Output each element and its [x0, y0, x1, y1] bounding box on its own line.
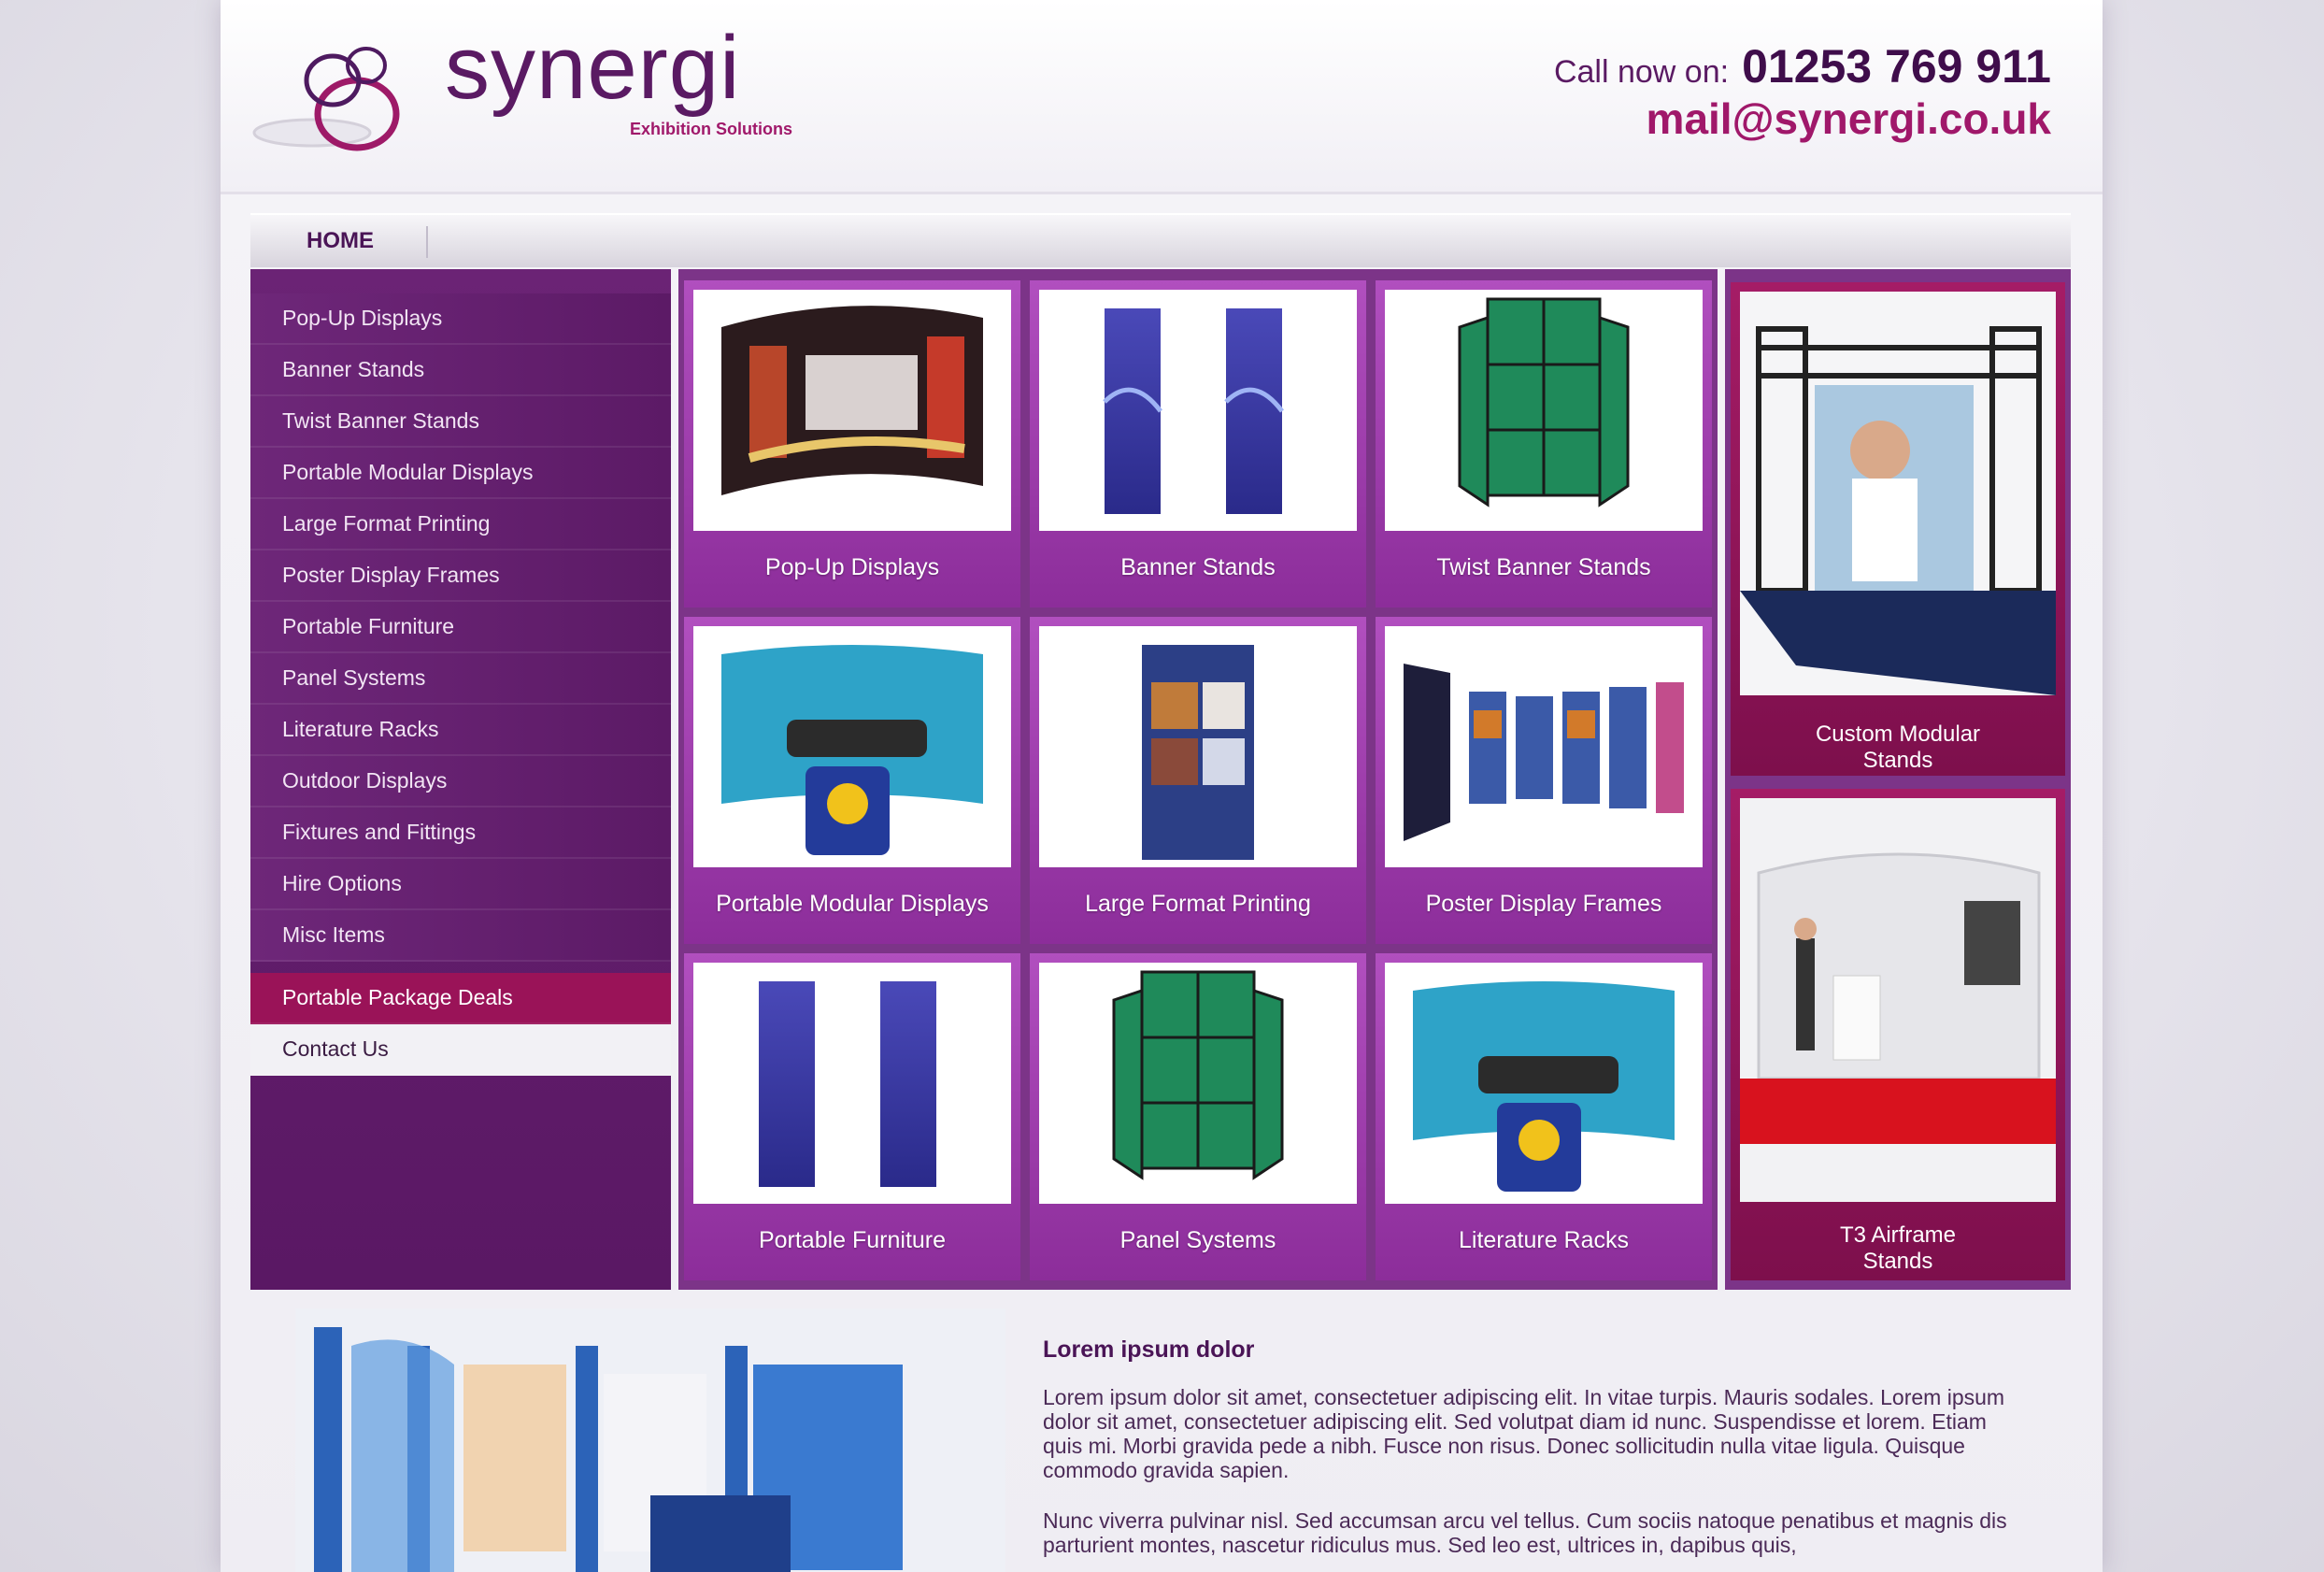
sidebar-item-literature-racks[interactable]: Literature Racks — [250, 705, 671, 756]
product-tile-pop-up-displays[interactable]: Pop-Up Displays — [684, 280, 1020, 607]
tile-label: Large Format Printing — [1085, 891, 1311, 917]
featured-column: Custom Modular Stands T3 Airframe Stands — [1725, 269, 2071, 1290]
large-format-image — [1039, 626, 1357, 867]
tile-label: Panel Systems — [1119, 1227, 1276, 1253]
sidebar-item-portable-package-deals[interactable]: Portable Package Deals — [250, 973, 671, 1024]
page: synergi Exhibition Solutions Call now on… — [221, 0, 2103, 1572]
panel-systems-image — [1039, 963, 1357, 1204]
exhibition-stand-photo — [295, 1308, 1005, 1572]
sidebar-item-hire-options[interactable]: Hire Options — [250, 859, 671, 910]
site-header: synergi Exhibition Solutions Call now on… — [221, 0, 2103, 194]
logo-icon[interactable] — [247, 28, 434, 159]
portable-modular-image — [693, 626, 1011, 867]
tile-label: Portable Modular Displays — [716, 891, 989, 917]
content-paragraph-2: Nunc viverra pulvinar nisl. Sed accumsan… — [1043, 1508, 2007, 1557]
sidebar-item-poster-display-frames[interactable]: Poster Display Frames — [250, 550, 671, 602]
tile-label: Pop-Up Displays — [764, 554, 940, 580]
sidebar-item-panel-systems[interactable]: Panel Systems — [250, 653, 671, 705]
sidebar-item-pop-up-displays[interactable]: Pop-Up Displays — [250, 293, 671, 345]
featured-label: T3 Airframe Stands — [1839, 1222, 1957, 1274]
sidebar-item-outdoor-displays[interactable]: Outdoor Displays — [250, 756, 671, 807]
portable-furniture-image — [693, 963, 1011, 1204]
tile-label: Portable Furniture — [758, 1227, 947, 1253]
sidebar-item-misc-items[interactable]: Misc Items — [250, 910, 671, 962]
product-grid: Pop-Up Displays Banner Stands Twist Bann… — [678, 269, 1718, 1290]
top-nav: HOME — [250, 213, 2071, 267]
sidebar-item-large-format-printing[interactable]: Large Format Printing — [250, 499, 671, 550]
sidebar-item-banner-stands[interactable]: Banner Stands — [250, 345, 671, 396]
tile-label: Literature Racks — [1458, 1227, 1630, 1253]
call-line: Call now on: 01253 769 911 — [1554, 39, 2051, 93]
logo-subtitle: Exhibition Solutions — [630, 120, 792, 138]
banner-stand-image — [1039, 290, 1357, 531]
sidebar-item-portable-furniture[interactable]: Portable Furniture — [250, 602, 671, 653]
product-tile-poster-display-frames[interactable]: Poster Display Frames — [1376, 617, 1712, 944]
t3-airframe-image — [1740, 798, 2056, 1202]
content-paragraph-1: Lorem ipsum dolor sit amet, consectetuer… — [1043, 1385, 2005, 1482]
featured-label: Custom Modular Stands — [1815, 722, 1981, 773]
nav-home-link[interactable]: HOME — [307, 228, 374, 254]
literature-racks-image — [1385, 963, 1703, 1204]
tile-label: Poster Display Frames — [1425, 891, 1662, 917]
sidebar-item-contact-us[interactable]: Contact Us — [250, 1024, 671, 1076]
pop-up-display-image — [693, 290, 1011, 531]
featured-tile-t3-airframe-stands[interactable]: T3 Airframe Stands — [1731, 789, 2065, 1280]
email-link[interactable]: mail@synergi.co.uk — [1647, 93, 2051, 144]
sidebar-item-portable-modular-displays[interactable]: Portable Modular Displays — [250, 448, 671, 499]
product-tile-banner-stands[interactable]: Banner Stands — [1030, 280, 1366, 607]
logo-text[interactable]: synergi — [445, 17, 740, 120]
sidebar-item-twist-banner-stands[interactable]: Twist Banner Stands — [250, 396, 671, 448]
phone-number[interactable]: 01253 769 911 — [1742, 40, 2051, 93]
product-tile-portable-modular-displays[interactable]: Portable Modular Displays — [684, 617, 1020, 944]
custom-modular-image — [1740, 292, 2056, 695]
sidebar-item-fixtures-and-fittings[interactable]: Fixtures and Fittings — [250, 807, 671, 859]
twist-banner-image — [1385, 290, 1703, 531]
tile-label: Banner Stands — [1120, 554, 1276, 580]
poster-frames-image — [1385, 626, 1703, 867]
sidebar: Pop-Up Displays Banner Stands Twist Bann… — [250, 269, 671, 1290]
product-tile-portable-furniture[interactable]: Portable Furniture — [684, 953, 1020, 1280]
tile-label: Twist Banner Stands — [1436, 554, 1651, 580]
nav-divider — [426, 226, 428, 258]
product-tile-twist-banner-stands[interactable]: Twist Banner Stands — [1376, 280, 1712, 607]
product-tile-large-format-printing[interactable]: Large Format Printing — [1030, 617, 1366, 944]
product-tile-panel-systems[interactable]: Panel Systems — [1030, 953, 1366, 1280]
content-title: Lorem ipsum dolor — [1043, 1336, 1255, 1363]
call-label: Call now on: — [1553, 54, 1730, 90]
featured-tile-custom-modular-stands[interactable]: Custom Modular Stands — [1731, 282, 2065, 776]
product-tile-literature-racks[interactable]: Literature Racks — [1376, 953, 1712, 1280]
